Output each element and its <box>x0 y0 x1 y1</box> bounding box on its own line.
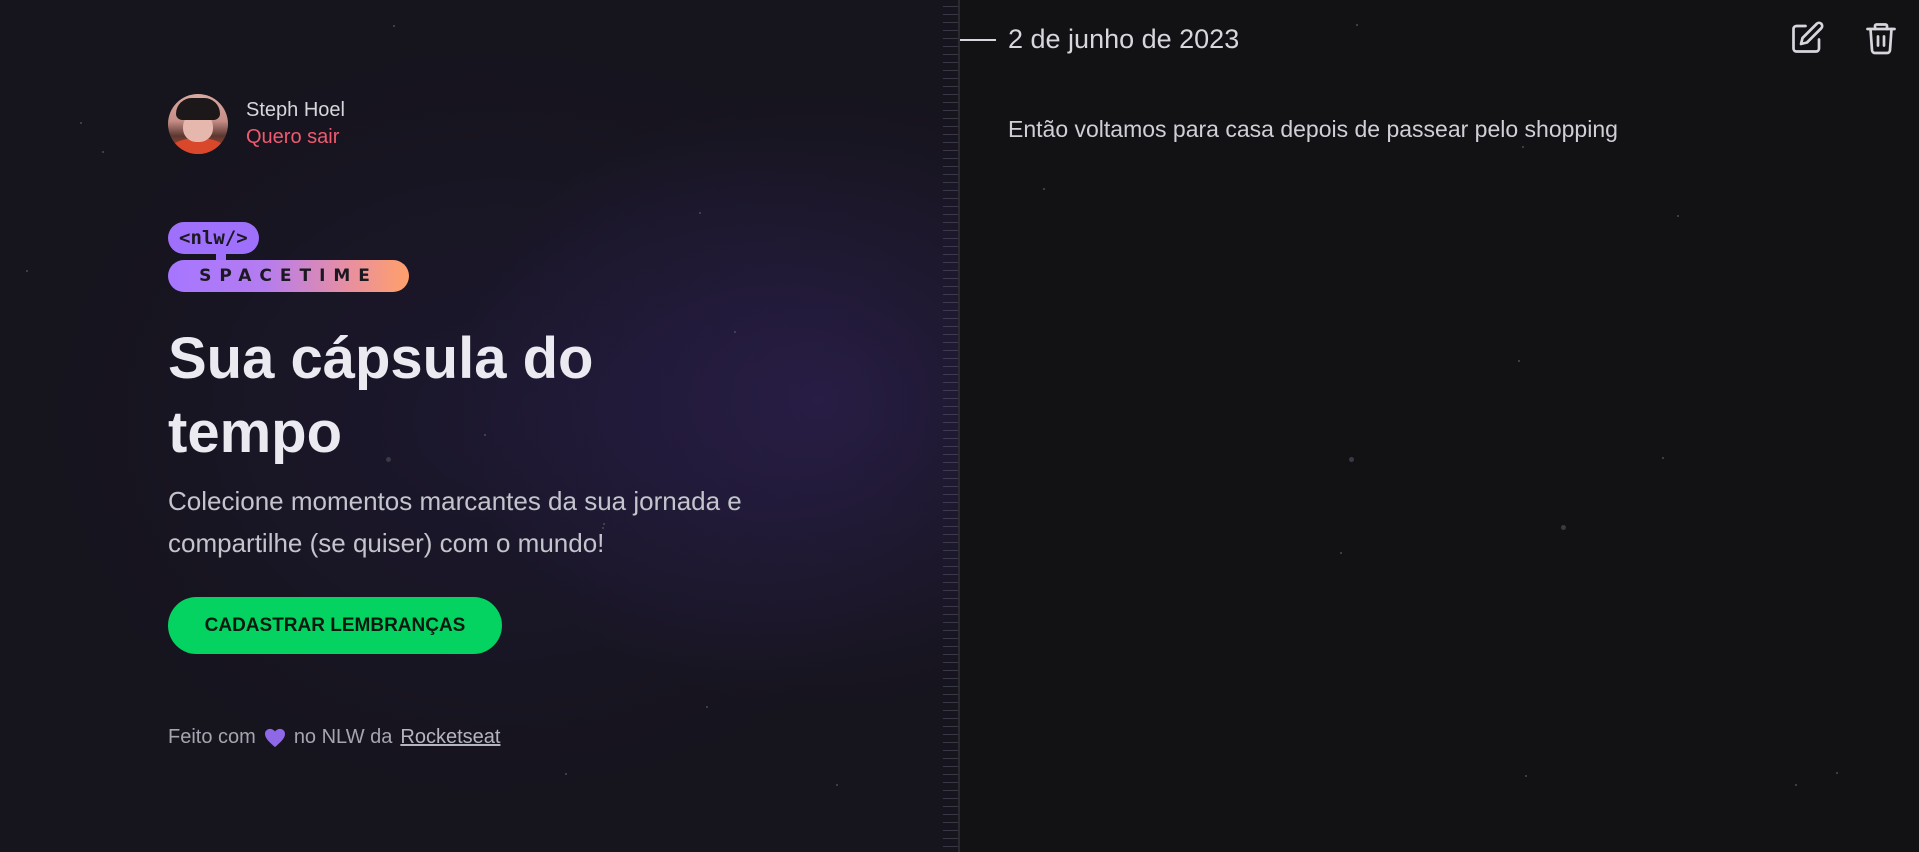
star <box>1518 360 1520 362</box>
footer: Feito com no NLW da Rocketseat <box>168 726 500 749</box>
star <box>102 151 104 153</box>
footer-middle: no NLW da <box>293 726 393 748</box>
user-info: Steph Hoel Quero sair <box>246 99 345 149</box>
memory-actions <box>1789 20 1899 56</box>
app: Steph Hoel Quero sair <nlw/> SPACETIME S… <box>0 0 1919 852</box>
nlw-spacetime-logo: <nlw/> SPACETIME <box>168 222 409 292</box>
user-profile[interactable]: Steph Hoel Quero sair <box>168 94 345 154</box>
logout-link[interactable]: Quero sair <box>246 126 345 149</box>
star <box>706 706 708 708</box>
star <box>1677 215 1679 217</box>
star <box>1340 552 1342 554</box>
logo-spacetime: SPACETIME <box>168 260 409 292</box>
star <box>1836 772 1838 774</box>
memory-text: Então voltamos para casa depois de passe… <box>1008 116 1618 142</box>
star <box>1795 784 1797 786</box>
star <box>565 773 567 775</box>
star <box>1561 525 1566 530</box>
delete-button[interactable] <box>1863 20 1899 56</box>
edit-button[interactable] <box>1789 20 1825 56</box>
star <box>1662 457 1664 459</box>
logo-nlw: <nlw/> <box>168 222 259 254</box>
date-divider <box>960 38 996 41</box>
page-title: Sua cápsula do tempo <box>168 326 594 465</box>
star <box>26 270 28 272</box>
hero-panel: Steph Hoel Quero sair <nlw/> SPACETIME S… <box>0 0 960 852</box>
star <box>1525 775 1527 777</box>
memory-panel: 2 de junho de 2023 Então voltamos para c… <box>960 0 1919 852</box>
star <box>699 212 701 214</box>
user-name: Steph Hoel <box>246 99 345 121</box>
memory-date: 2 de junho de 2023 <box>1008 24 1240 54</box>
edit-icon <box>1792 21 1824 53</box>
star <box>393 25 395 27</box>
footer-prefix: Feito com <box>168 726 256 748</box>
star <box>1356 24 1358 26</box>
star <box>836 784 838 786</box>
star <box>1043 188 1045 190</box>
heart-icon <box>264 728 285 747</box>
star <box>80 122 82 124</box>
register-memories-button[interactable]: CADASTRAR LEMBRANÇAS <box>168 597 502 654</box>
rocketseat-link[interactable]: Rocketseat <box>400 726 500 749</box>
trash-icon <box>1866 23 1896 55</box>
star <box>1349 457 1354 462</box>
avatar[interactable] <box>168 94 228 154</box>
star <box>734 331 736 333</box>
star <box>1522 146 1524 148</box>
stripes-divider <box>943 0 959 852</box>
page-subtitle: Colecione momentos marcantes da sua jorn… <box>168 486 742 558</box>
memory-date-row: 2 de junho de 2023 <box>960 24 1239 55</box>
